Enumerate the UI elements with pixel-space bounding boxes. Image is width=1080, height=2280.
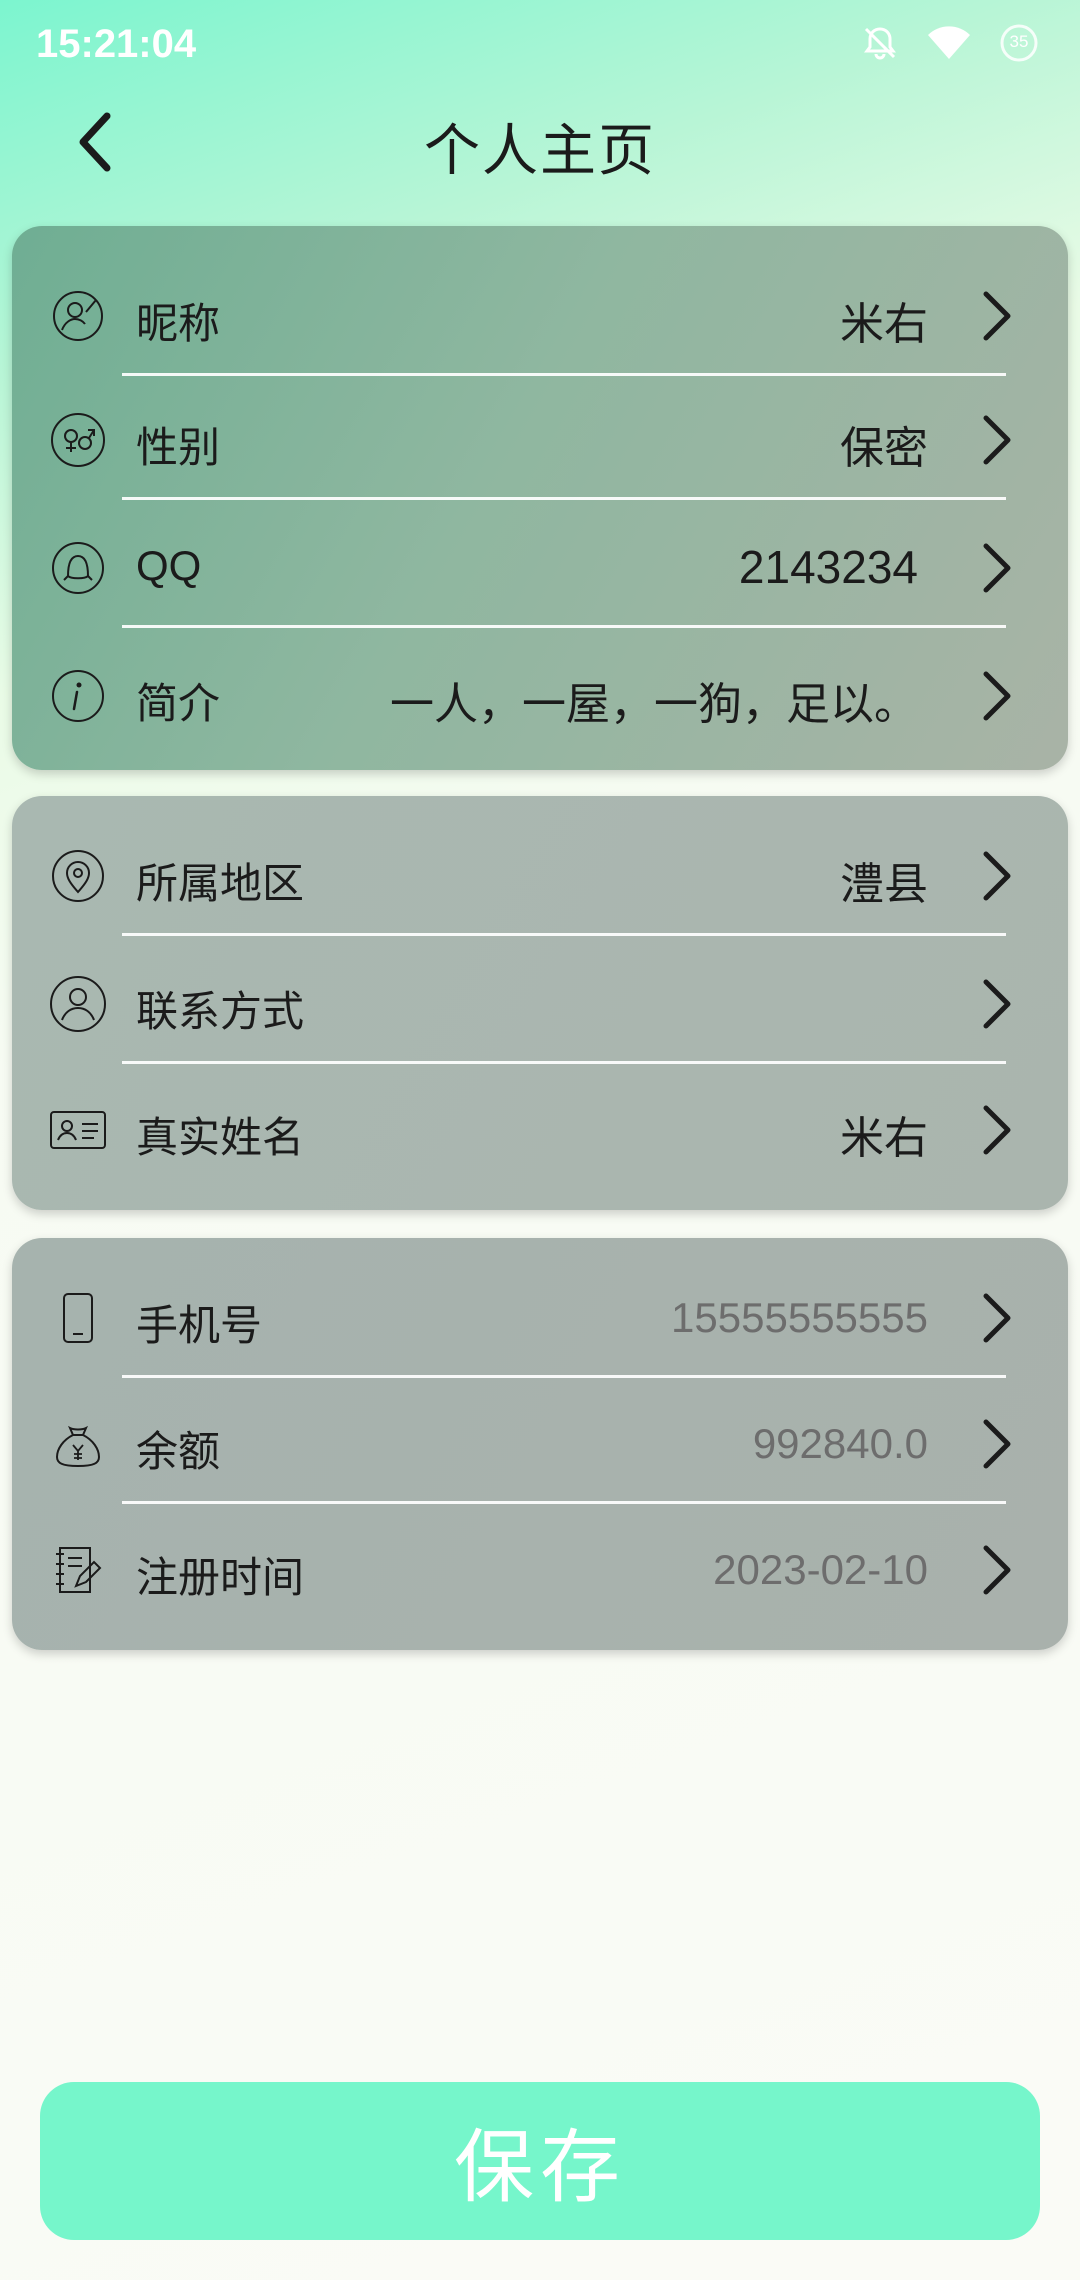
row-value: 米右 [840, 1113, 928, 1164]
row-label: 所属地区 [136, 859, 305, 908]
row-value: 米右 [840, 299, 928, 350]
row-intro[interactable]: 简介 一人，一屋，一狗，足以。 [12, 636, 1068, 756]
row-region[interactable]: 所属地区 澧县 [12, 816, 1068, 936]
row-value: 15555555555 [671, 1294, 928, 1341]
phone-icon [48, 1288, 108, 1348]
chevron-right-icon [983, 543, 1011, 593]
row-gender[interactable]: 性别 保密 [12, 380, 1068, 500]
location-icon [48, 846, 108, 906]
chevron-right-icon [983, 1293, 1011, 1343]
battery-icon: 35 [998, 22, 1040, 64]
divider [122, 933, 1006, 936]
row-nickname[interactable]: 昵称 米右 [12, 256, 1068, 376]
row-label: 性别 [136, 423, 221, 472]
row-value: 2143234 [738, 541, 918, 593]
bell-off-icon [860, 23, 900, 63]
chevron-right-icon [983, 979, 1011, 1029]
divider [122, 625, 1006, 628]
id-card-icon [48, 1100, 108, 1160]
chevron-right-icon [983, 1545, 1011, 1595]
row-phone[interactable]: 手机号 15555555555 [12, 1258, 1068, 1378]
row-contact[interactable]: 联系方式 [12, 944, 1068, 1064]
qq-icon [48, 538, 108, 598]
page-title: 个人主页 [424, 119, 656, 184]
row-value: 2023-02-10 [713, 1546, 928, 1593]
row-label: 简介 [136, 679, 221, 728]
register-note-icon [48, 1540, 108, 1600]
header: 个人主页 [0, 92, 1080, 192]
money-bag-icon [48, 1414, 108, 1474]
row-label: 联系方式 [136, 987, 305, 1036]
row-label: 注册时间 [136, 1553, 305, 1602]
row-label: 昵称 [136, 299, 221, 348]
chevron-right-icon [983, 1105, 1011, 1155]
chevron-right-icon [983, 851, 1011, 901]
chevron-right-icon [983, 415, 1011, 465]
wifi-icon [926, 23, 972, 63]
row-value: 保密 [840, 423, 928, 474]
divider [122, 1061, 1006, 1064]
chevron-right-icon [983, 1419, 1011, 1469]
row-balance[interactable]: 余额 992840.0 [12, 1384, 1068, 1504]
account-info-card: 手机号 15555555555 余额 992840.0 注册时间 2023-02… [12, 1238, 1068, 1650]
divider [122, 373, 1006, 376]
status-icons: 35 [860, 22, 1040, 64]
row-label: 真实姓名 [136, 1113, 305, 1162]
row-real-name[interactable]: 真实姓名 米右 [12, 1070, 1068, 1190]
chevron-right-icon [983, 671, 1011, 721]
divider [122, 497, 1006, 500]
save-button[interactable]: 保存 [40, 2082, 1040, 2240]
row-label: 余额 [136, 1427, 221, 1476]
divider [122, 1501, 1006, 1504]
status-time: 15:21:04 [36, 22, 197, 66]
chevron-right-icon [983, 291, 1011, 341]
row-value: 一人，一屋，一狗，足以。 [390, 679, 918, 730]
row-label: 手机号 [136, 1301, 263, 1350]
row-label: QQ [136, 542, 202, 589]
contact-icon [48, 974, 108, 1034]
battery-level: 35 [1009, 32, 1029, 51]
divider [122, 1375, 1006, 1378]
row-register-time[interactable]: 注册时间 2023-02-10 [12, 1510, 1068, 1630]
status-bar: 15:21:04 35 [0, 0, 1080, 92]
nickname-icon [48, 286, 108, 346]
profile-extra-card: 所属地区 澧县 联系方式 真实姓名 米右 [12, 796, 1068, 1210]
row-qq[interactable]: QQ 2143234 [12, 508, 1068, 628]
gender-icon [48, 410, 108, 470]
profile-basic-card: 昵称 米右 性别 保密 QQ 2143234 简介 一人，一屋，一狗，足以。 [12, 226, 1068, 770]
info-icon [48, 666, 108, 726]
row-value: 澧县 [840, 859, 928, 910]
row-value: 992840.0 [752, 1420, 928, 1467]
